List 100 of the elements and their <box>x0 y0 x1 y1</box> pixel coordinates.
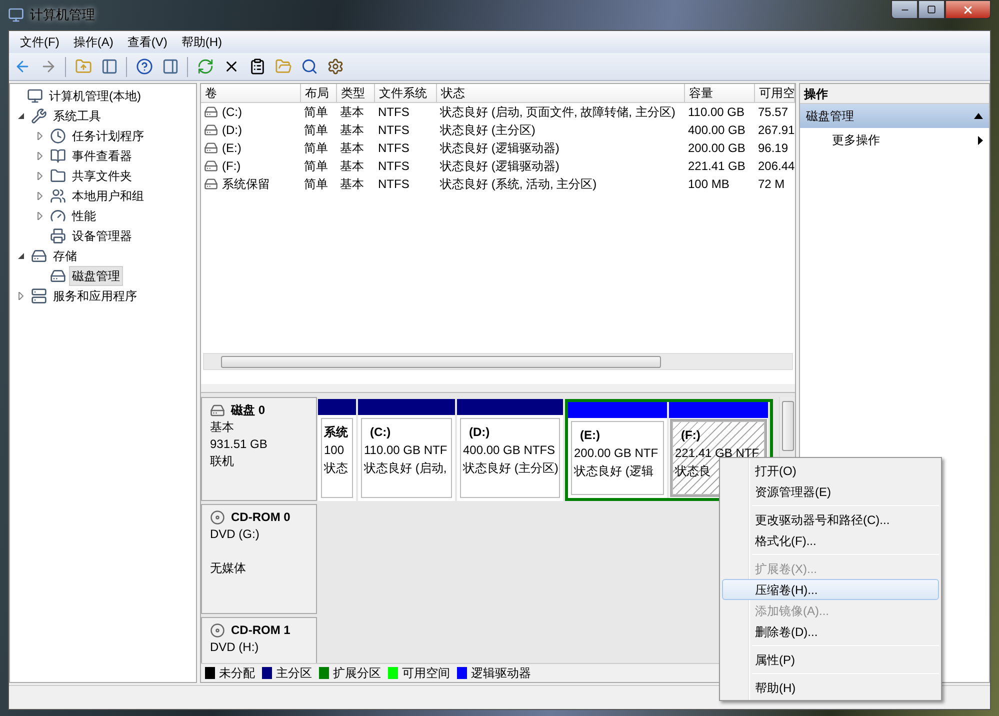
panel-icon <box>100 58 118 75</box>
disk-info-panel[interactable]: 磁盘 0 基本 931.51 GB 联机 <box>201 397 317 501</box>
disk-info-text: 基本 <box>210 419 234 436</box>
column-header[interactable]: 文件系统 <box>375 84 437 102</box>
properties-icon <box>248 58 266 75</box>
legend-label: 主分区 <box>276 665 312 682</box>
horizontal-scrollbar[interactable] <box>203 353 793 370</box>
drive-icon <box>204 177 218 191</box>
legend-label: 可用空间 <box>402 665 450 682</box>
action-link[interactable]: 更多操作 <box>832 131 978 149</box>
table-cell-text: 基本 <box>340 176 364 193</box>
folder-up-icon <box>74 58 92 75</box>
partition-size: 110.00 GB NTF <box>364 442 448 459</box>
column-header[interactable]: 状态 <box>437 84 685 102</box>
disk-info-text: 联机 <box>210 453 234 470</box>
column-header[interactable]: 容量 <box>685 84 755 102</box>
partition-size: 200.00 GB NTF <box>574 445 658 462</box>
table-cell-text: 75.57 <box>758 104 788 121</box>
disk-info-text: DVD (G:) <box>210 526 260 543</box>
expanded-arrow-icon[interactable] <box>17 252 25 260</box>
partition-block[interactable]: 系统 100 状态 <box>321 418 353 498</box>
table-cell-text: 基本 <box>340 140 364 157</box>
collapsed-arrow-icon[interactable] <box>36 172 44 180</box>
collapsed-arrow-icon[interactable] <box>36 132 44 140</box>
tree-item[interactable]: 服务和应用程序 <box>50 286 140 306</box>
open-folder-icon <box>274 58 292 75</box>
minimize-button[interactable] <box>891 0 918 19</box>
cd-drive-icon <box>210 510 225 525</box>
legend-label: 未分配 <box>219 665 255 682</box>
disk-info-text: DVD (H:) <box>210 639 259 656</box>
partition-status: 状态良好 (启动, <box>364 460 447 477</box>
expanded-arrow-icon[interactable] <box>17 112 25 120</box>
collapsed-arrow-icon[interactable] <box>17 292 25 300</box>
context-menu-item[interactable]: 帮助(H) <box>722 677 939 698</box>
context-menu-item[interactable]: 格式化(F)... <box>722 530 939 551</box>
tree-item[interactable]: 事件查看器 <box>69 146 135 166</box>
column-header[interactable]: 布局 <box>301 84 337 102</box>
tree-item[interactable]: 设备管理器 <box>69 226 135 246</box>
storage-icon <box>31 248 47 264</box>
gauge-icon <box>50 208 66 224</box>
tree-item[interactable]: 性能 <box>69 206 99 226</box>
collapsed-arrow-icon[interactable] <box>36 192 44 200</box>
window-title: 计算机管理 <box>30 6 95 24</box>
partition-block[interactable]: (C:) 110.00 GB NTF 状态良好 (启动, <box>361 418 452 498</box>
table-cell-text: 状态良好 (启动, 页面文件, 故障转储, 主分区) <box>440 104 676 121</box>
disk-info-panel[interactable]: CD-ROM 1 DVD (H:) <box>201 617 317 663</box>
partition-status: 状态 <box>324 460 348 477</box>
partition-label: (D:) <box>468 424 490 441</box>
table-cell-text: 基本 <box>340 122 364 139</box>
partition-block[interactable]: (E:) 200.00 GB NTF 状态良好 (逻辑 <box>571 421 664 495</box>
partition-block[interactable]: (D:) 400.00 GB NTFS 状态良好 (主分区) <box>460 418 560 498</box>
partition-status: 状态良 <box>675 463 711 480</box>
table-cell-text: 基本 <box>340 104 364 121</box>
partition-label: 系统 <box>324 424 348 441</box>
server-icon <box>31 288 47 304</box>
collapsed-arrow-icon[interactable] <box>36 212 44 220</box>
menu-item[interactable]: 文件(F) <box>13 33 66 51</box>
collapsed-arrow-icon[interactable] <box>36 152 44 160</box>
drive-icon <box>204 159 218 173</box>
menu-item[interactable]: 查看(V) <box>120 33 174 51</box>
table-cell-text: (C:) <box>222 104 242 121</box>
table-cell-text: 状态良好 (逻辑驱动器) <box>440 158 560 175</box>
partition-label: (E:) <box>579 427 600 444</box>
menu-item[interactable]: 帮助(H) <box>174 33 229 51</box>
maximize-icon <box>927 5 936 14</box>
table-cell-text: 221.41 GB <box>688 158 746 175</box>
table-cell-text: NTFS <box>378 140 410 157</box>
table-cell-text: 72 M <box>758 176 785 193</box>
table-cell-text: NTFS <box>378 104 410 121</box>
tree-item[interactable]: 系统工具 <box>50 106 104 126</box>
tools-icon <box>31 108 47 124</box>
maximize-button[interactable] <box>918 0 945 19</box>
context-menu-item[interactable]: 更改驱动器号和路径(C)... <box>722 509 939 530</box>
table-cell-text: 简单 <box>304 140 328 157</box>
tree-item[interactable]: 任务计划程序 <box>69 126 147 146</box>
disk-info-text: 931.51 GB <box>210 436 268 453</box>
refresh-icon <box>196 58 214 75</box>
disk-info-panel[interactable]: CD-ROM 0 DVD (G:) 无媒体 <box>201 504 317 614</box>
context-menu-item[interactable]: 压缩卷(H)... <box>722 579 939 600</box>
table-cell-text: 简单 <box>304 176 328 193</box>
close-button[interactable] <box>945 0 991 19</box>
column-header[interactable]: 可用空 <box>755 84 795 102</box>
tree-item[interactable]: 本地用户和组 <box>69 186 147 206</box>
table-cell-text: 简单 <box>304 158 328 175</box>
table-cell-text: 400.00 GB <box>688 122 746 139</box>
tree-item[interactable]: 共享文件夹 <box>69 166 135 186</box>
tree-item[interactable]: 计算机管理(本地) <box>46 86 144 106</box>
drive-icon <box>204 123 218 137</box>
context-menu-item[interactable]: 删除卷(D)... <box>722 621 939 642</box>
menu-item[interactable]: 操作(A) <box>66 33 120 51</box>
tree-item[interactable]: 磁盘管理 <box>69 266 123 286</box>
table-cell-text: NTFS <box>378 122 410 139</box>
actions-section[interactable]: 磁盘管理 <box>800 104 989 128</box>
disk-status-text: 无媒体 <box>210 560 246 577</box>
context-menu-item[interactable]: 属性(P) <box>722 649 939 670</box>
table-cell-text: 96.19 <box>758 140 788 157</box>
tree-item[interactable]: 存储 <box>50 246 80 266</box>
partition-size: 100 <box>324 442 344 459</box>
column-header[interactable]: 卷 <box>201 84 301 102</box>
column-header[interactable]: 类型 <box>337 84 375 102</box>
